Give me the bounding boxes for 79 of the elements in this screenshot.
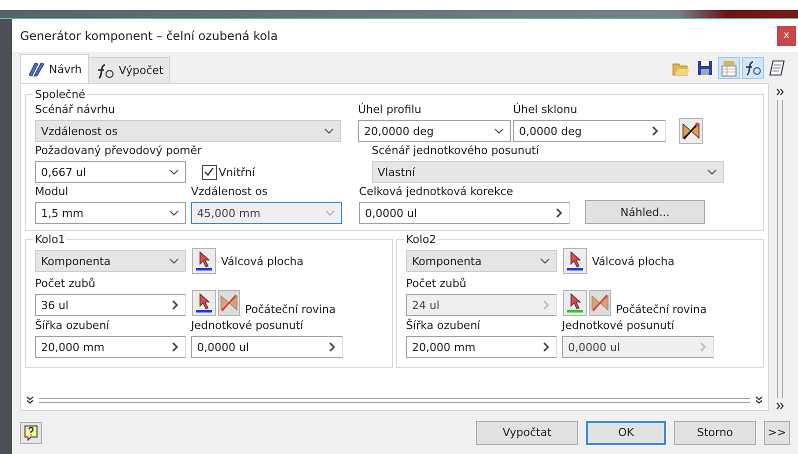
dropdown[interactable]: 1,5 mm bbox=[35, 202, 186, 224]
group-title: Společné bbox=[34, 88, 86, 101]
plane-icon bbox=[591, 294, 609, 312]
preview-button[interactable]: Náhled... bbox=[585, 200, 705, 224]
field-label: Úhel sklonu bbox=[513, 103, 578, 117]
option-label: Počáteční rovina bbox=[616, 303, 707, 316]
flip-button[interactable] bbox=[679, 118, 703, 144]
tab[interactable]: Výpočet bbox=[88, 57, 170, 83]
chevron-right-icon[interactable] bbox=[171, 342, 179, 352]
chevron-down-icon[interactable] bbox=[324, 128, 334, 134]
dialog-button[interactable]: Storno bbox=[674, 420, 756, 444]
flip-icon bbox=[682, 122, 700, 140]
chevron-right-icon[interactable] bbox=[542, 342, 550, 352]
field-label: Scénář jednotkového posunutí bbox=[372, 144, 540, 158]
chevron-down-icon[interactable] bbox=[706, 169, 717, 175]
spin-field[interactable]: 20,000 mm bbox=[406, 336, 557, 358]
table-icon[interactable] bbox=[718, 56, 740, 78]
field-label: Požadovaný převodový poměr bbox=[35, 144, 202, 158]
option-label: Válcová plocha bbox=[221, 254, 304, 268]
window-title: Generátor komponent – čelní ozubená kola bbox=[20, 28, 278, 42]
plane-icon bbox=[220, 294, 238, 312]
chevron-right-icon[interactable] bbox=[555, 208, 563, 218]
field-label: Šířka ozubení bbox=[406, 319, 482, 333]
checkmark-icon bbox=[203, 166, 216, 178]
chevron-down-icon[interactable] bbox=[169, 210, 179, 216]
select-button[interactable] bbox=[563, 290, 587, 316]
field-label: Šířka ozubení bbox=[35, 319, 110, 333]
option-label: Válcová plocha bbox=[592, 254, 675, 268]
spin-field[interactable]: 36 ul bbox=[35, 294, 186, 316]
chevron-down-icon[interactable] bbox=[169, 169, 179, 175]
dropdown[interactable]: Vzdálenost os bbox=[35, 120, 341, 142]
chevron-down-icon[interactable] bbox=[540, 258, 550, 264]
field-label: Vzdálenost os bbox=[191, 185, 269, 199]
spin-field[interactable]: 0,0000 ul bbox=[359, 202, 570, 224]
pencils-icon bbox=[27, 61, 45, 77]
checkbox[interactable]: Vnitřní bbox=[202, 161, 372, 183]
tab[interactable]: Návrh bbox=[20, 54, 89, 83]
close-button[interactable]: x bbox=[777, 26, 796, 46]
chevron-down-icon[interactable] bbox=[169, 258, 179, 264]
double-chevron-down-icon[interactable] bbox=[25, 396, 35, 404]
help-icon bbox=[24, 424, 38, 440]
select-button[interactable] bbox=[192, 290, 216, 316]
field-label: Jednotkové posunutí bbox=[562, 319, 676, 333]
function-icon[interactable] bbox=[742, 56, 764, 78]
field-label: Scénář návrhu bbox=[35, 103, 116, 117]
chevron-down-icon[interactable] bbox=[494, 128, 504, 134]
group-title: Kolo2 bbox=[405, 233, 438, 246]
dropdown[interactable]: 20,0000 deg bbox=[358, 120, 511, 142]
cursor-icon bbox=[567, 251, 583, 271]
chevron-right-icon[interactable] bbox=[171, 300, 179, 310]
double-chevron-down-icon[interactable] bbox=[754, 396, 764, 404]
dropdown[interactable]: Komponenta bbox=[35, 250, 186, 272]
option-label: Počáteční rovina bbox=[245, 303, 336, 316]
dialog-button[interactable]: Vypočtat bbox=[476, 420, 578, 444]
field-label: Modul bbox=[35, 185, 70, 199]
cursor-icon bbox=[196, 293, 212, 313]
double-chevron-right-icon[interactable] bbox=[776, 87, 784, 97]
select-button[interactable] bbox=[563, 248, 587, 274]
dialog-button[interactable]: >> bbox=[764, 420, 790, 444]
cursor-icon bbox=[196, 251, 212, 271]
dropdown[interactable]: 0,667 ul bbox=[35, 161, 186, 183]
field-label: Jednotkové posunutí bbox=[191, 319, 304, 333]
field-label: Počet zubů bbox=[406, 277, 468, 291]
cursor-icon bbox=[567, 293, 583, 313]
field-label: Úhel profilu bbox=[358, 103, 422, 117]
help-button[interactable] bbox=[20, 422, 42, 444]
chevron-right-icon[interactable] bbox=[328, 342, 336, 352]
dropdown[interactable]: Komponenta bbox=[406, 250, 557, 272]
select-button[interactable] bbox=[192, 248, 216, 274]
double-chevron-right-icon[interactable] bbox=[776, 401, 784, 411]
field-label: Celková jednotková korekce bbox=[359, 185, 514, 199]
spin-field[interactable]: 0,0000 deg bbox=[513, 120, 666, 142]
chevron-right-icon[interactable] bbox=[651, 126, 659, 136]
field-label: Počet zubů bbox=[35, 277, 96, 291]
spin-field[interactable]: 20,000 mm bbox=[35, 336, 186, 358]
dialog-button[interactable]: OK bbox=[586, 420, 666, 444]
group-title: Kolo1 bbox=[34, 233, 66, 246]
spin-field[interactable]: 0,0000 ul bbox=[191, 336, 343, 358]
dropdown[interactable]: Vlastní bbox=[372, 161, 724, 183]
